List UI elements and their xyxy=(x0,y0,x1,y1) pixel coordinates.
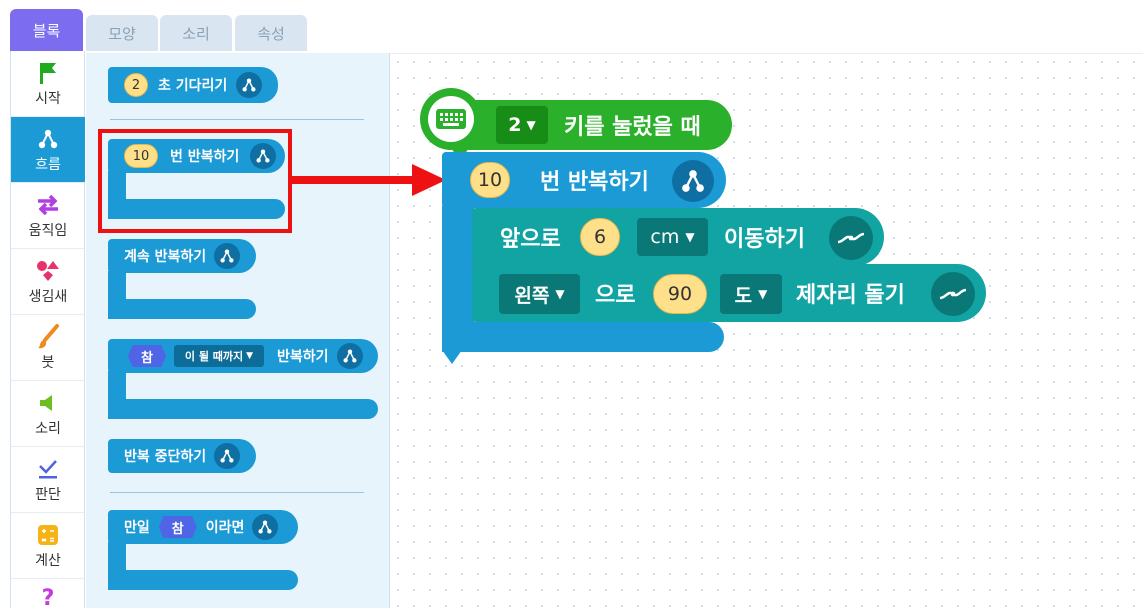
rotate-suffix: 제자리 돌기 xyxy=(796,283,905,308)
palette-divider xyxy=(110,492,364,493)
keyboard-icon xyxy=(428,96,474,142)
until-dropdown[interactable]: 이 될 때까지 ▼ xyxy=(174,345,264,367)
calculator-icon xyxy=(37,522,59,548)
block-foot xyxy=(108,570,298,590)
dropdown-arrow-icon: ▼ xyxy=(758,287,768,301)
check-icon xyxy=(37,456,59,482)
key-dropdown[interactable]: 2 ▼ xyxy=(496,106,548,144)
category-movement[interactable]: 움직임 xyxy=(11,183,85,249)
flow-icon xyxy=(37,126,59,152)
angle-unit-dropdown[interactable]: 도 ▼ xyxy=(720,274,782,314)
value-bubble[interactable]: 2 xyxy=(124,73,148,97)
direction-value: 왼쪽 xyxy=(514,284,550,307)
block-text: 초 기다리기 xyxy=(158,78,228,94)
block-foot xyxy=(108,299,256,319)
category-label: 시작 xyxy=(35,90,61,107)
flow-icon xyxy=(672,160,714,202)
repeat-arm xyxy=(442,206,474,332)
category-more[interactable]: ? xyxy=(11,579,85,608)
category-label: 움직임 xyxy=(28,222,68,239)
block-text: 계속 반복하기 xyxy=(124,249,207,265)
category-label: 소리 xyxy=(35,420,61,437)
flow-icon xyxy=(236,72,263,98)
category-calculation[interactable]: 계산 xyxy=(11,513,85,579)
key-value: 2 xyxy=(508,114,522,136)
dropdown-value: 이 될 때까지 xyxy=(184,350,244,363)
direction-dropdown[interactable]: 왼쪽 ▼ xyxy=(499,274,580,314)
category-label: 흐름 xyxy=(35,156,61,173)
condition-slot[interactable]: 참 xyxy=(128,345,166,367)
move-distance[interactable]: 6 xyxy=(580,218,620,256)
block-foot xyxy=(108,399,378,419)
block-text: 이라면 xyxy=(205,520,245,536)
category-label: 판단 xyxy=(35,486,61,503)
question-icon: ? xyxy=(41,586,55,608)
repeat-foot xyxy=(442,322,724,352)
event-text: 키를 눌렀을 때 xyxy=(564,115,701,140)
shapes-icon xyxy=(35,258,61,284)
unit-dropdown[interactable]: cm ▼ xyxy=(637,218,708,256)
movement-icon xyxy=(829,216,873,260)
speaker-icon xyxy=(37,390,59,416)
tab-shapes[interactable]: 모양 xyxy=(86,15,158,51)
angle-unit-value: 도 xyxy=(734,284,753,307)
block-text: 반복하기 xyxy=(277,349,329,365)
dropdown-arrow-icon: ▼ xyxy=(555,287,565,301)
category-sound[interactable]: 소리 xyxy=(11,381,85,447)
block-coding-editor: 블록 모양 소리 속성 시작 흐름 움직임 생김새 붓 소리 판단 계산 ? 2… xyxy=(0,0,1143,608)
movement-icon xyxy=(931,272,975,316)
category-judgement[interactable]: 판단 xyxy=(11,447,85,513)
palette-repeat-until-block[interactable]: 참 이 될 때까지 ▼ 반복하기 xyxy=(108,339,378,373)
tab-sounds[interactable]: 소리 xyxy=(160,15,232,51)
flow-icon xyxy=(214,243,241,269)
dropdown-arrow-icon: ▼ xyxy=(685,230,695,244)
highlight-box xyxy=(98,129,292,233)
category-label: 생김새 xyxy=(28,288,68,305)
move-suffix: 이동하기 xyxy=(724,227,805,252)
palette-if-block[interactable]: 만일 참 이라면 xyxy=(108,510,298,544)
flow-icon xyxy=(252,514,279,540)
palette-repeat-forever-block[interactable]: 계속 반복하기 xyxy=(108,239,256,273)
flow-icon xyxy=(336,343,363,369)
dropdown-arrow-icon: ▼ xyxy=(526,118,536,132)
flag-icon xyxy=(37,60,59,86)
palette-break-block[interactable]: 반복 중단하기 xyxy=(108,439,256,473)
brush-icon xyxy=(36,323,60,350)
block-arm xyxy=(108,371,126,401)
category-label: 붓 xyxy=(41,354,55,371)
category-sidebar: 시작 흐름 움직임 생김새 붓 소리 판단 계산 ? xyxy=(10,51,85,608)
condition-slot[interactable]: 참 xyxy=(158,516,197,538)
rotate-mid: 으로 xyxy=(595,283,636,308)
rotate-angle[interactable]: 90 xyxy=(653,274,707,314)
tab-properties[interactable]: 속성 xyxy=(235,15,307,51)
highlight-arrow xyxy=(288,164,446,196)
block-text: 만일 xyxy=(124,520,150,536)
tab-blocks[interactable]: 블록 xyxy=(10,9,83,51)
palette-wait-block[interactable]: 2 초 기다리기 xyxy=(108,67,278,103)
dropdown-arrow-icon: ▼ xyxy=(246,351,254,361)
block-text: 반복 중단하기 xyxy=(124,449,207,465)
palette-divider xyxy=(110,119,364,120)
category-start[interactable]: 시작 xyxy=(11,51,85,117)
flow-icon xyxy=(214,443,241,469)
tab-bar: 블록 모양 소리 속성 xyxy=(0,0,1143,53)
category-looks[interactable]: 생김새 xyxy=(11,249,85,315)
block-arm xyxy=(108,271,126,301)
repeat-count[interactable]: 10 xyxy=(470,162,510,198)
category-flow[interactable]: 흐름 xyxy=(11,117,85,183)
category-brush[interactable]: 붓 xyxy=(11,315,85,381)
move-prefix: 앞으로 xyxy=(500,227,561,252)
arrows-icon xyxy=(35,192,61,218)
unit-value: cm xyxy=(650,226,680,248)
category-label: 계산 xyxy=(35,552,61,569)
repeat-text: 번 반복하기 xyxy=(540,170,649,195)
block-arm xyxy=(108,542,126,572)
